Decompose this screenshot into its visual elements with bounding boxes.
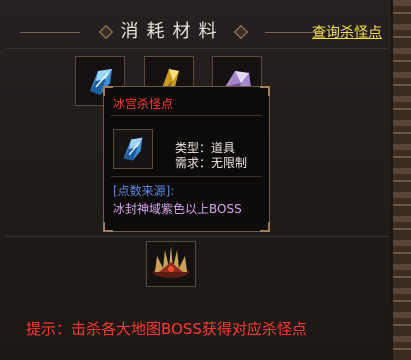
blue-crystal-icon: [123, 137, 143, 161]
item-tooltip: 冰宫杀怪点 类型：道具 需求：无限制 [点数来源]: 冰封神域紫色以上BOSS: [103, 86, 270, 232]
tooltip-item-name: 冰宫杀怪点: [113, 97, 174, 111]
tooltip-corner: [260, 222, 270, 232]
tooltip-divider: [111, 176, 262, 177]
tooltip-requirement-row: 需求：无限制: [175, 154, 247, 171]
tooltip-corner: [103, 222, 113, 232]
tooltip-corner: [103, 86, 113, 96]
tooltip-item-slot: [113, 129, 153, 169]
tooltip-source-text: 冰封神域紫色以上BOSS: [113, 202, 242, 216]
tooltip-corner: [260, 86, 270, 96]
tooltip-requirement-value: 无限制: [211, 156, 248, 170]
query-kill-points-link[interactable]: 查询杀怪点: [312, 22, 382, 42]
reward-divider: [6, 236, 388, 237]
tooltip-divider: [111, 115, 262, 116]
tooltip-source-label: [点数来源]:: [113, 184, 175, 198]
window-frame-right: [391, 0, 411, 360]
title-divider-left: [20, 32, 80, 33]
title-bar: 消耗材料: [20, 18, 325, 46]
header-divider: [6, 48, 388, 49]
tooltip-type-label: 类型：: [175, 141, 212, 155]
spiked-crown-icon: [153, 246, 189, 278]
reward-slot[interactable]: [146, 241, 196, 287]
tooltip-type-value: 道具: [211, 141, 236, 155]
tooltip-requirement-label: 需求：: [175, 156, 212, 170]
hint-text: 提示：击杀各大地图BOSS获得对应杀怪点: [26, 320, 307, 338]
